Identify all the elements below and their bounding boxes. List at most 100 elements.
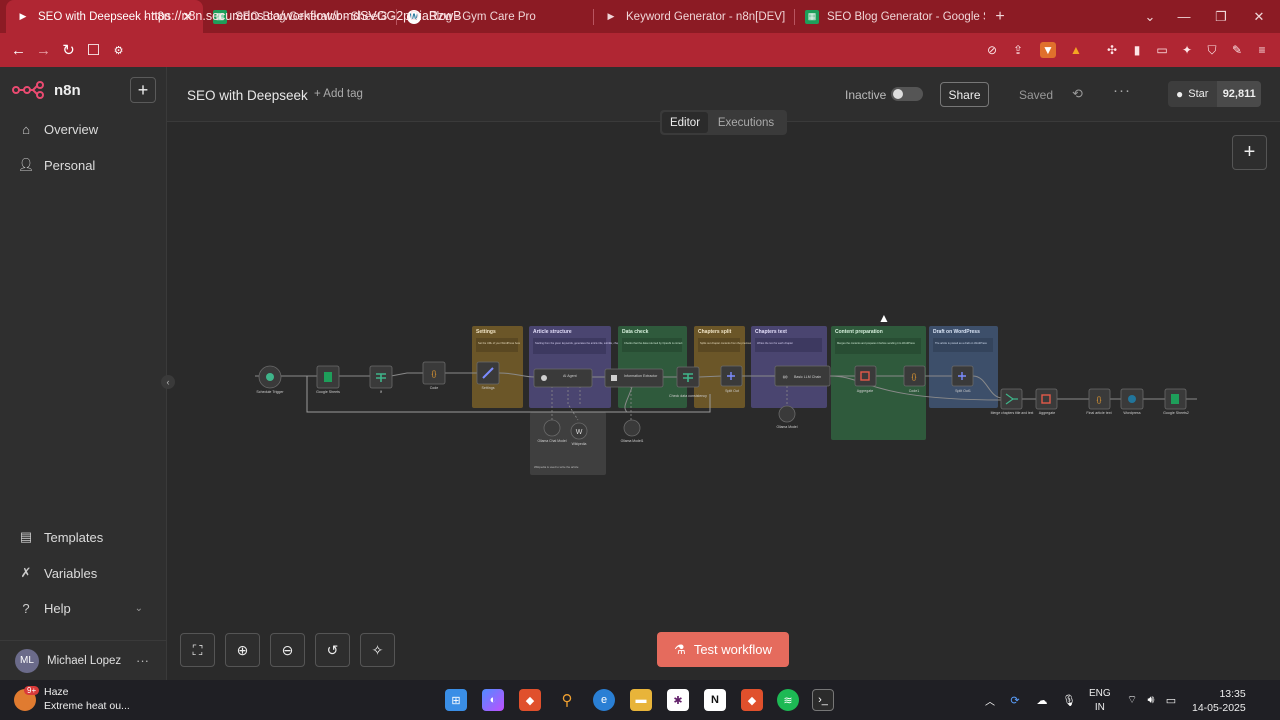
create-button[interactable]: +	[130, 77, 156, 103]
extract-icon	[611, 375, 617, 381]
node-split-out[interactable]: Split Out	[720, 365, 743, 393]
no-eye-icon[interactable]: ⊘	[984, 42, 1000, 58]
windows-start-icon[interactable]: ⊞	[445, 689, 467, 711]
node-google-sheets[interactable]: Google Sheets	[316, 365, 340, 394]
browser-tab[interactable]: ▦ SEO Blog Generator - Google Sheet	[795, 0, 985, 33]
bookmark-icon[interactable]: ☐	[81, 35, 106, 65]
user-menu[interactable]: ML Michael Lopez ···	[0, 640, 167, 680]
back-icon[interactable]: ←	[6, 35, 31, 65]
share-page-icon[interactable]: ⇪	[1010, 42, 1026, 58]
active-toggle[interactable]	[891, 87, 923, 101]
add-tag-button[interactable]: + Add tag	[314, 88, 363, 100]
volume-icon[interactable]: 🔊︎	[1140, 689, 1162, 711]
subnode-ollama-model1[interactable]: Ollama Model1	[621, 419, 644, 443]
node-aggregate-2[interactable]: Aggregate	[1035, 388, 1058, 415]
n8n-logo[interactable]: n8n	[12, 81, 81, 99]
more-icon[interactable]: ···	[136, 653, 149, 668]
node-information-extractor[interactable]: Information Extractor	[604, 368, 664, 388]
github-star-button[interactable]: ● Star 92,811	[1168, 81, 1261, 107]
chevron-up-icon[interactable]: ︿	[979, 689, 1001, 711]
node-split-out1[interactable]: Split Out1	[951, 365, 974, 393]
group-note: Splits out chapter contents from the pre…	[700, 341, 758, 345]
sidebar-item-variables[interactable]: ✗ Variables	[18, 565, 98, 581]
sheets-icon: ▦	[805, 9, 819, 24]
language-indicator[interactable]: ENG IN	[1089, 687, 1111, 714]
slack-icon[interactable]: ✱	[667, 689, 689, 711]
vpn-icon[interactable]: ⛉	[1204, 42, 1220, 58]
robot-icon	[541, 375, 547, 381]
tab-title: SEO Blog Generator - Google Sheet	[827, 10, 985, 23]
subnode-wikipedia[interactable]: W Wikipedia	[570, 422, 588, 446]
node-if[interactable]: If	[369, 365, 393, 394]
window-close-icon[interactable]: ✕	[1241, 0, 1277, 33]
spotify-icon[interactable]: ≋	[777, 689, 799, 711]
url-field[interactable]: https://n8n.securedns.ca/workflow/bmdSVG…	[144, 9, 462, 23]
tidy-up-button[interactable]: ✧	[360, 633, 395, 667]
sidebar-item-personal[interactable]: 👤︎ Personal	[18, 157, 96, 173]
search-icon[interactable]: ⚲	[556, 689, 578, 711]
sidebar-item-templates[interactable]: ▤ Templates	[18, 529, 103, 545]
zoom-in-button[interactable]: ⊕	[225, 633, 260, 667]
sidebar-item-overview[interactable]: ⌂ Overview	[18, 121, 98, 137]
battery-icon[interactable]: ▭	[1160, 689, 1182, 711]
extensions-icon[interactable]: ✣	[1104, 42, 1120, 58]
sync-icon[interactable]: ⟳	[1004, 689, 1026, 711]
test-workflow-button[interactable]: ⚗ Test workflow	[657, 632, 789, 667]
new-tab-icon[interactable]: +	[985, 8, 1015, 26]
subnode-ollama-model[interactable]: Ollama Model	[777, 405, 798, 429]
microphone-icon[interactable]: 🎙︎	[1058, 689, 1080, 711]
node-label: Wordpress	[1123, 411, 1141, 415]
node-label: Split Out1	[955, 389, 971, 393]
weather-widget[interactable]: 9+ Haze Extreme heat ou...	[14, 685, 130, 713]
edge-icon[interactable]: e	[593, 689, 615, 711]
minimize-icon[interactable]: —	[1166, 0, 1202, 33]
fit-view-button[interactable]: ⛶	[180, 633, 215, 667]
reload-icon[interactable]: ↻	[56, 35, 81, 65]
brave-icon[interactable]: ◆	[519, 689, 541, 711]
node-label: Ollama Model	[777, 425, 798, 429]
more-options-icon[interactable]: ···	[1113, 82, 1131, 99]
menu-icon[interactable]: ≡	[1254, 42, 1270, 58]
reset-zoom-button[interactable]: ↺	[315, 633, 350, 667]
node-google-sheets2[interactable]: Google Sheets2	[1163, 388, 1189, 415]
copilot-icon[interactable]: ◐	[482, 689, 504, 711]
history-icon[interactable]: ⟲	[1072, 86, 1083, 102]
node-code[interactable]: {} Code	[422, 361, 446, 390]
workflow-canvas[interactable]: Editor Executions + ‹ Settings Set the U…	[161, 110, 1280, 680]
node-aggregate[interactable]: Aggregate	[854, 365, 877, 393]
node-schedule-trigger[interactable]: Schedule Trigger	[256, 365, 284, 394]
node-basic-llm-chain[interactable]: ∞ Basic LLM Chain	[774, 365, 831, 387]
node-final-article-text[interactable]: {} Final article text	[1086, 388, 1112, 415]
tab-list-icon[interactable]: ⌄	[1132, 0, 1168, 33]
group-note: Checks that the data returned by OpenAI …	[624, 341, 683, 345]
sidebar-toggle-icon[interactable]: ▮	[1129, 42, 1145, 58]
zoom-out-button[interactable]: ⊖	[270, 633, 305, 667]
forward-icon[interactable]: →	[31, 35, 56, 65]
n8n-logo-icon	[12, 81, 44, 99]
node-ai-agent[interactable]: AI Agent	[533, 368, 593, 388]
share-button[interactable]: Share	[940, 82, 989, 107]
brave-shield-icon[interactable]: ▼	[1040, 42, 1056, 58]
wikipedia-note[interactable]: Wikipedia is used to write the article	[530, 412, 606, 475]
help-icon: ?	[22, 600, 30, 616]
group-title: Content preparation	[835, 329, 883, 335]
notion-icon[interactable]: N	[704, 689, 726, 711]
rewards-icon[interactable]: ▲	[1068, 42, 1084, 58]
file-explorer-icon[interactable]: ▬	[630, 689, 652, 711]
sidebar-item-help[interactable]: ? Help ⌄	[18, 600, 143, 616]
leo-ai-icon[interactable]: ✦	[1179, 42, 1195, 58]
node-label: Code1	[909, 389, 920, 393]
system-clock[interactable]: 13:35 14-05-2025	[1192, 687, 1246, 715]
brave-logo-icon[interactable]: ✎	[1229, 42, 1245, 58]
maximize-icon[interactable]: ❐	[1203, 0, 1239, 33]
node-wordpress[interactable]: Wordpress	[1120, 388, 1144, 415]
browser-tab[interactable]: ▶ Keyword Generator - n8n[DEV]	[594, 0, 794, 33]
site-info-icon[interactable]: ⚙	[106, 35, 131, 65]
wallet-icon[interactable]: ▭	[1154, 42, 1170, 58]
workflow-title[interactable]: SEO with Deepseek	[187, 88, 308, 103]
brave-browser-icon[interactable]: ◆	[741, 689, 763, 711]
cloud-icon[interactable]: ☁	[1031, 689, 1053, 711]
terminal-icon[interactable]: ›_	[812, 689, 834, 711]
node-label: If	[380, 390, 382, 394]
weather-icon: 9+	[14, 685, 40, 711]
